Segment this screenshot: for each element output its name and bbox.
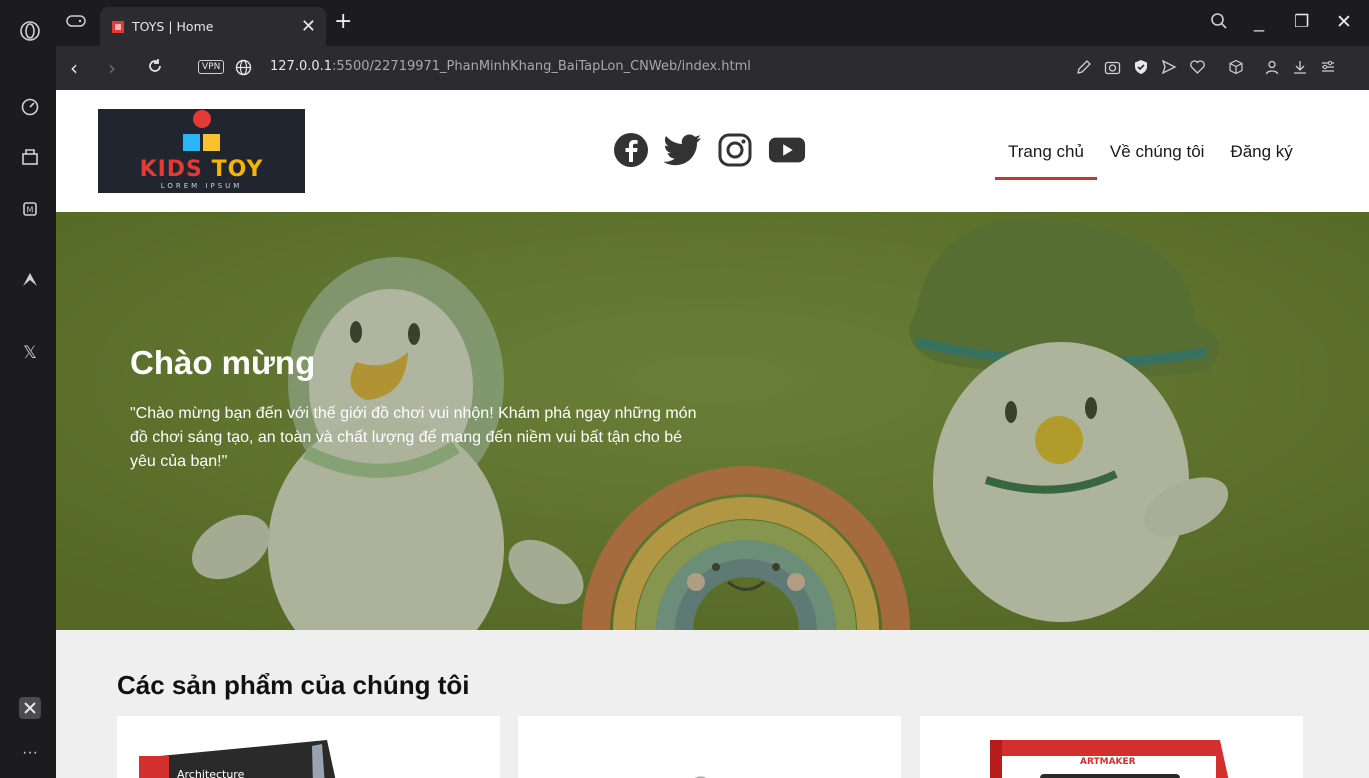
camera-icon[interactable] [1104,59,1121,75]
products-section: Các sản phẩm của chúng tôi Architecture … [56,630,1369,778]
sidebar-settings-icon[interactable] [19,697,41,719]
svg-text:M: M [27,206,34,215]
cube-icon[interactable] [1228,59,1244,75]
tab-close-icon[interactable]: ✕ [301,16,316,37]
site-logo[interactable]: KIDS TOY LOREM IPSUM [98,109,305,193]
vpn-badge[interactable]: VPN [198,60,225,74]
easy-setup-icon[interactable] [1320,59,1336,75]
site-header: KIDS TOY LOREM IPSUM Trang chủ Về chúng … [56,90,1369,212]
shopping-icon[interactable] [19,145,41,167]
web-page: KIDS TOY LOREM IPSUM Trang chủ Về chúng … [56,90,1369,778]
more-icon[interactable]: ··· [19,742,41,764]
forward-icon[interactable]: › [108,56,116,80]
tab-title: TOYS | Home [132,19,214,34]
heart-icon[interactable] [1189,59,1206,75]
new-tab-button[interactable]: + [334,9,352,34]
restore-button[interactable]: ❐ [1294,12,1309,32]
chip-icon[interactable]: M [19,198,41,220]
product-brand: Architecture [177,768,245,778]
nav-item-home[interactable]: Trang chủ [995,140,1097,180]
shield-icon[interactable] [1133,59,1149,75]
product-image [990,740,1229,778]
product-card[interactable] [518,716,901,778]
search-tabs-icon[interactable] [1210,12,1228,35]
products-title: Các sản phẩm của chúng tôi [117,670,470,700]
edit-icon[interactable] [1076,59,1092,75]
tab-bar: TOYS | Home ✕ + _ ❐ ✕ [56,0,1369,46]
main-nav: Trang chủ Về chúng tôi Đăng ký [995,140,1306,180]
nav-item-register[interactable]: Đăng ký [1217,140,1305,178]
x-icon[interactable]: 𝕏 [19,342,41,364]
nav-item-about[interactable]: Về chúng tôi [1097,140,1218,178]
tab-active[interactable]: TOYS | Home ✕ [100,7,326,46]
globe-icon [235,59,252,81]
url-path: :5500/22719971_PhanMinhKhang_BaiTapLon_C… [332,59,751,74]
product-brand: ARTMAKER [1080,757,1136,767]
favicon-icon [110,19,126,35]
address-bar: ‹ › VPN 127.0.0.1:5500/22719971_PhanMinh… [56,46,1369,90]
logo-wordmark: KIDS TOY [98,157,305,182]
reload-icon[interactable] [146,57,164,80]
youtube-icon[interactable] [768,131,806,169]
product-card[interactable]: Architecture [117,716,500,778]
browser-sidebar: M 𝕏 ··· [0,0,56,778]
opera-logo-icon[interactable] [19,20,41,42]
toolbar-icons [1076,59,1336,75]
profile-icon[interactable] [1264,59,1280,75]
hero-title: Chào mừng [130,344,316,381]
hero-banner: Chào mừng "Chào mừng bạn đến với thế giớ… [56,212,1369,630]
url-host: 127.0.0.1 [270,59,333,74]
send-icon[interactable] [1161,59,1177,75]
social-links [612,131,806,169]
download-icon[interactable] [1292,59,1308,75]
close-window-button[interactable]: ✕ [1336,11,1352,33]
facebook-icon[interactable] [612,131,650,169]
url-field[interactable]: 127.0.0.1:5500/22719971_PhanMinhKhang_Ba… [270,59,751,74]
hero-text: "Chào mừng bạn đến với thế giới đồ chơi … [130,405,697,470]
aria-icon[interactable] [19,268,41,290]
minimize-button[interactable]: _ [1254,12,1264,33]
logo-kids: KIDS [139,157,203,182]
twitter-icon[interactable] [664,131,702,169]
gamepad-icon[interactable] [66,13,86,34]
logo-tagline: LOREM IPSUM [160,182,243,190]
product-image [694,776,707,778]
logo-toy: TOY [211,157,264,182]
back-icon[interactable]: ‹ [70,56,78,80]
instagram-icon[interactable] [716,131,754,169]
speed-dial-icon[interactable] [19,96,41,118]
product-image [139,740,336,778]
product-card[interactable]: ARTMAKER [920,716,1303,778]
